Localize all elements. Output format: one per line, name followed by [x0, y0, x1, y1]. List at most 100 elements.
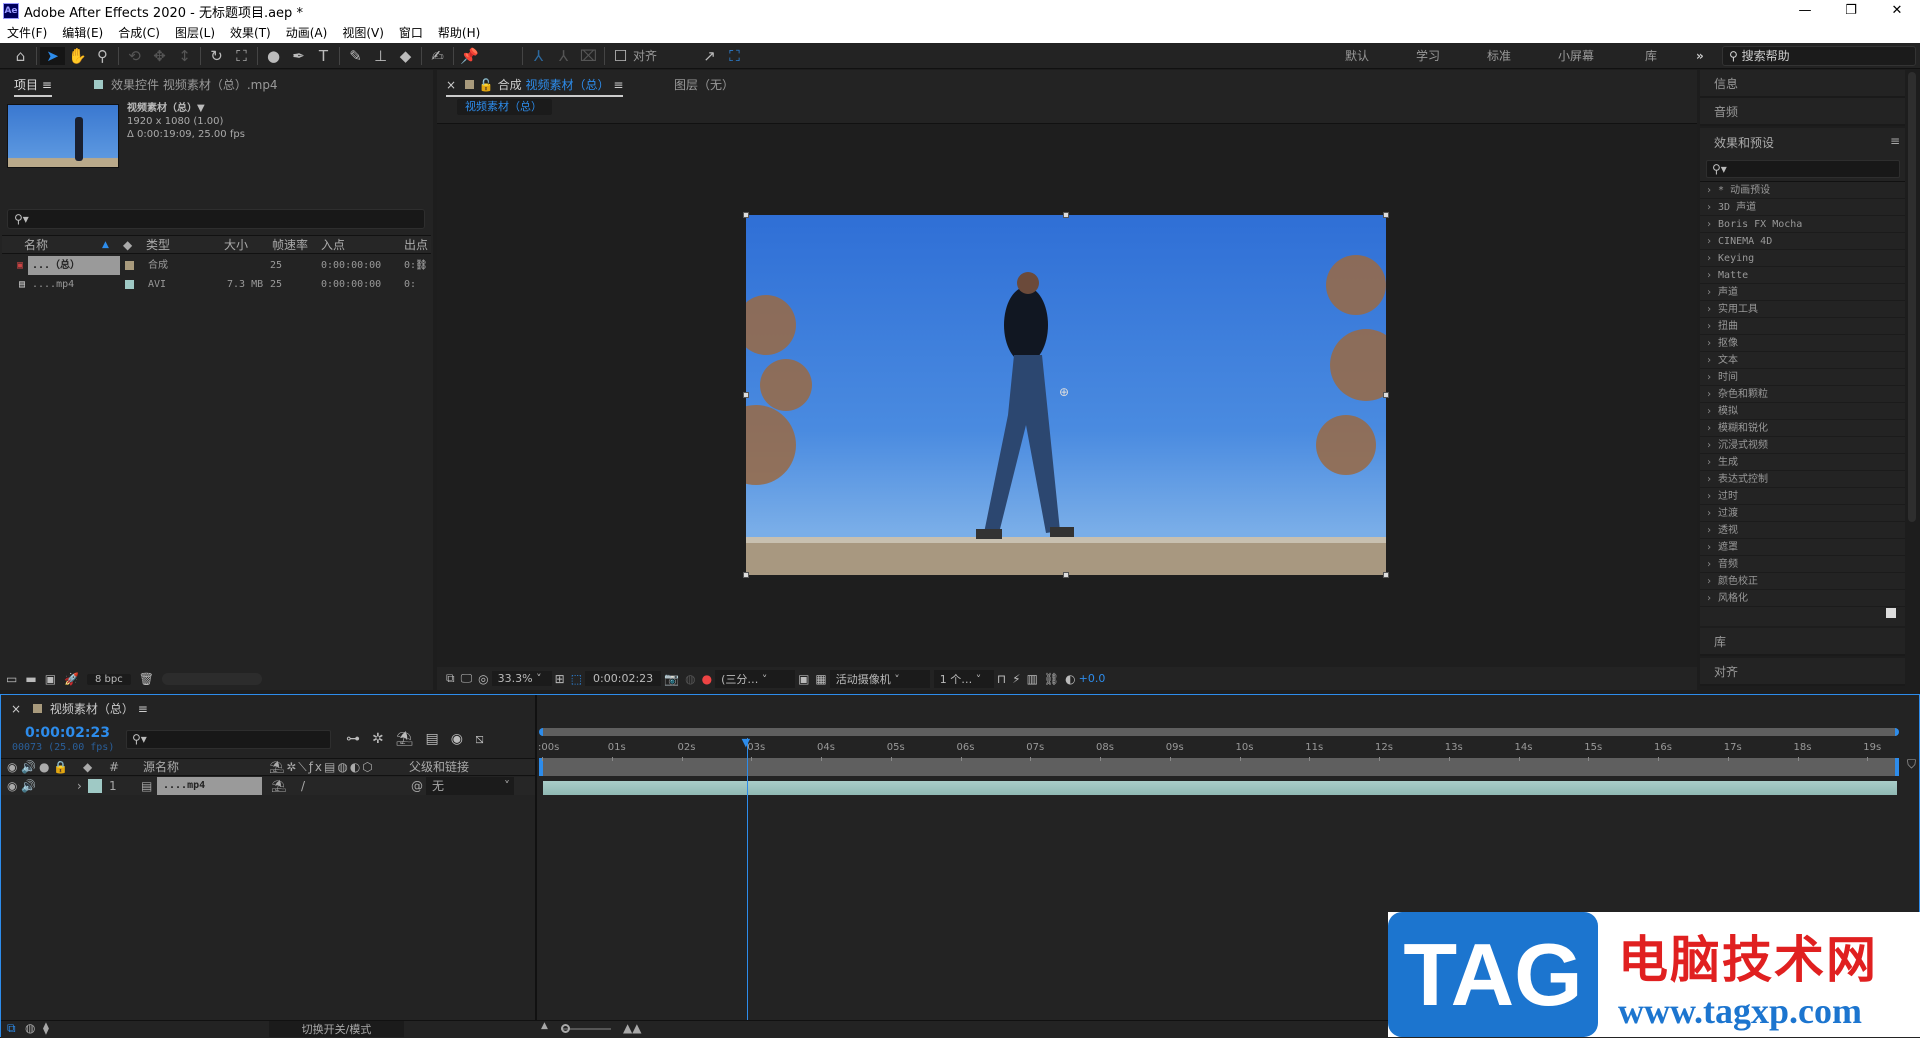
draft-3d-icon[interactable]: ✲ — [372, 731, 384, 747]
transform-handle[interactable] — [1063, 212, 1069, 218]
work-area-bar[interactable] — [539, 728, 1899, 736]
frame-blending-icon[interactable]: ▤ — [426, 731, 439, 747]
tab-layer[interactable]: 图层（无） — [674, 76, 734, 93]
pick-whip-icon[interactable]: @ — [411, 777, 423, 795]
transfer-controls-icon[interactable]: ◍ — [25, 1021, 35, 1035]
effect-category[interactable]: Boris FX Mocha — [1700, 216, 1905, 233]
audio-panel-header[interactable]: 音频 — [1700, 98, 1905, 126]
transform-handle[interactable] — [1383, 572, 1389, 578]
snap-target-icon[interactable]: ⛶ — [722, 47, 747, 65]
comp-flowchart-icon[interactable]: ⛓ — [1044, 672, 1059, 686]
selection-tool-icon[interactable]: ➤ — [40, 46, 65, 65]
views-dropdown[interactable]: 1 个… ˅ — [933, 669, 994, 688]
menu-edit[interactable]: 编辑(E) — [62, 24, 103, 41]
help-search-input[interactable]: ⚲ 搜索帮助 — [1722, 46, 1916, 66]
quality-switch[interactable]: / — [301, 777, 305, 795]
timeline-current-time[interactable]: 0:00:02:23 — [25, 725, 110, 741]
snapshot-icon[interactable]: 📷 — [664, 672, 679, 686]
library-panel-header[interactable]: 库 — [1700, 628, 1905, 656]
menu-view[interactable]: 视图(V) — [342, 24, 384, 41]
audio-toggle-icon[interactable]: 🔊 — [21, 777, 36, 795]
project-row[interactable]: ▣ ...（总） 合成 25 0:00:00:00 0: ⛓ — [4, 256, 428, 275]
effect-category[interactable]: 抠像 — [1700, 335, 1905, 352]
interpret-footage-icon[interactable]: ▭ — [6, 672, 17, 686]
transform-handle[interactable] — [1383, 212, 1389, 218]
workspace-learn[interactable]: 学习 — [1416, 43, 1440, 69]
always-preview-icon[interactable]: ⧉ — [446, 671, 455, 686]
puppet-pin-icon[interactable]: 📌 — [457, 47, 482, 65]
label-color[interactable] — [125, 261, 134, 270]
project-search-input[interactable]: ⚲▾ — [7, 209, 425, 229]
render-icon[interactable]: 🚀 — [64, 672, 79, 686]
menu-file[interactable]: 文件(F) — [7, 24, 47, 41]
workspace-default[interactable]: 默认 — [1345, 43, 1369, 69]
bpc-button[interactable]: 8 bpc — [86, 673, 131, 685]
playhead[interactable]: ▼ — [742, 736, 750, 1020]
zoom-in-icon[interactable]: ▲▲ — [623, 1021, 641, 1035]
col-fps[interactable]: 帧速率 — [272, 236, 308, 254]
mask-visibility-icon[interactable]: ◎ — [478, 672, 488, 686]
effect-category[interactable]: 时间 — [1700, 369, 1905, 386]
pen-tool-icon[interactable]: ✒ — [286, 47, 311, 65]
ellipse-tool-icon[interactable]: ● — [261, 47, 286, 65]
zoom-out-icon[interactable]: ▲ — [541, 1021, 548, 1031]
right-panel-scrollbar[interactable] — [1908, 72, 1916, 522]
in-out-icon[interactable]: ⧫ — [43, 1021, 49, 1035]
restore-icon[interactable]: ❐ — [1828, 0, 1874, 22]
effect-category[interactable]: 模拟 — [1700, 403, 1905, 420]
new-folder-icon[interactable]: ▬ — [25, 672, 36, 686]
work-area-range[interactable] — [539, 758, 1899, 776]
effect-category[interactable]: 3D 声道 — [1700, 199, 1905, 216]
video-toggle-icon[interactable]: ◉ — [7, 759, 17, 775]
snap-icon[interactable]: ↗ — [697, 47, 722, 65]
rotate-tool-icon[interactable]: ↻ — [204, 47, 229, 65]
motion-blur-icon[interactable]: ◉ — [451, 731, 463, 747]
view-axis-icon[interactable]: ⌧ — [576, 47, 601, 65]
flowchart-icon[interactable]: ⛓ — [415, 256, 428, 275]
transform-handle[interactable] — [743, 392, 749, 398]
anchor-tool-icon[interactable]: ⛶ — [229, 47, 254, 65]
transform-handle[interactable] — [1383, 392, 1389, 398]
tab-timeline[interactable]: × 视频素材（总） ≡ — [11, 700, 148, 717]
roto-brush-icon[interactable]: ✍ — [425, 47, 450, 65]
effect-category[interactable]: Matte — [1700, 267, 1905, 284]
effect-category[interactable]: 过渡 — [1700, 505, 1905, 522]
expand-layer-icon[interactable]: › — [77, 777, 82, 795]
transparency-grid-icon[interactable]: ▦ — [815, 672, 826, 686]
tab-effect-controls[interactable]: 效果控件 视频素材（总）.mp4 — [94, 76, 278, 93]
effects-search-input[interactable]: ⚲▾ — [1706, 160, 1900, 178]
menu-help[interactable]: 帮助(H) — [438, 24, 480, 41]
tab-project[interactable]: 项目 ≡ — [14, 76, 52, 97]
effect-category[interactable]: 过时 — [1700, 488, 1905, 505]
region-of-interest-icon[interactable]: ⬚ — [571, 672, 582, 686]
col-out[interactable]: 出点 — [404, 236, 428, 254]
resolution-dropdown[interactable]: (三分… ˅ — [715, 669, 796, 688]
effect-category[interactable]: Keying — [1700, 250, 1905, 267]
effect-category[interactable]: 声道 — [1700, 284, 1905, 301]
timeline-zoom-slider[interactable] — [561, 1024, 611, 1033]
col-parent[interactable]: 父级和链接 — [409, 759, 469, 775]
local-axis-icon[interactable]: ⅄ — [526, 47, 551, 65]
comp-marker-bin-icon[interactable]: ⛉ — [1907, 757, 1916, 772]
effect-category[interactable]: 表达式控制 — [1700, 471, 1905, 488]
info-panel-header[interactable]: 信息 — [1700, 70, 1905, 98]
monitor-icon[interactable]: 🖵 — [461, 671, 473, 686]
effect-category[interactable]: 模糊和锐化 — [1700, 420, 1905, 437]
layer-row[interactable]: ◉ 🔊 › 1 ▤ ....mp4 ⛱ / @ 无 ˅ — [1, 777, 535, 795]
effect-category[interactable]: CINEMA 4D — [1700, 233, 1905, 250]
timeline-icon[interactable]: ▥ — [1027, 672, 1038, 686]
fast-preview-icon[interactable]: ▣ — [798, 672, 809, 686]
camera-dropdown[interactable]: 活动摄像机 ˅ — [829, 669, 930, 688]
zoom-dropdown[interactable]: 33.3% ˅ — [491, 671, 552, 686]
effect-category[interactable]: * 动画预设 — [1700, 182, 1905, 199]
panel-menu-icon[interactable]: ≡ — [1890, 134, 1900, 148]
effect-category[interactable]: 沉浸式视频 — [1700, 437, 1905, 454]
pan-camera-icon[interactable]: ✥ — [147, 47, 172, 65]
layer-search-input[interactable]: ⚲▾ — [126, 730, 331, 749]
effect-category[interactable]: 透视 — [1700, 522, 1905, 539]
breadcrumb[interactable]: 视频素材（总） — [457, 99, 552, 115]
dolly-camera-icon[interactable]: ↕ — [172, 47, 197, 65]
new-composition-icon[interactable]: ▣ — [45, 672, 56, 686]
home-icon[interactable]: ⌂ — [8, 47, 33, 65]
solo-icon[interactable]: ● — [39, 759, 49, 775]
